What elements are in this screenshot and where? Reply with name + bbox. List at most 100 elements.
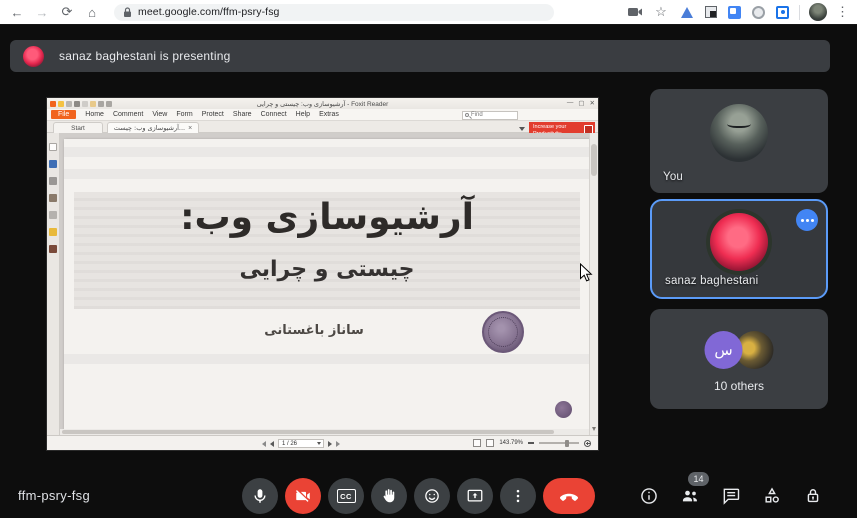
foxit-navigation-panel (47, 133, 60, 435)
menu-share[interactable]: Share (233, 111, 252, 118)
reactions-button[interactable] (414, 478, 450, 514)
captions-button[interactable]: CC (328, 478, 364, 514)
participants-count-badge: 14 (688, 472, 709, 486)
back-icon[interactable]: ← (8, 3, 26, 21)
tab-start[interactable]: Start (53, 122, 103, 133)
extension-capture-icon[interactable] (703, 5, 718, 20)
menu-comment[interactable]: Comment (113, 111, 143, 118)
page-dropdown-icon (317, 442, 321, 445)
zoom-out-icon[interactable] (528, 442, 534, 444)
toolbar-right: ☆ ⋮ (628, 3, 849, 21)
more-options-button[interactable] (500, 478, 536, 514)
tab-list-dropdown-icon[interactable] (519, 127, 525, 131)
slide-title-line2: چیستی و چرایی (64, 257, 590, 282)
meeting-code: ffm-psry-fsg (18, 488, 90, 503)
foxit-window-title: آرشیوسازی وب: چیستی و چرایی - Foxit Read… (47, 100, 598, 108)
extension-downloader-icon[interactable] (679, 5, 694, 20)
first-page-icon[interactable] (262, 441, 266, 447)
menu-help[interactable]: Help (296, 111, 310, 118)
menu-extras[interactable]: Extras (319, 111, 339, 118)
home-icon[interactable]: ⌂ (83, 3, 101, 21)
browser-profile-avatar[interactable] (809, 3, 827, 21)
tab-close-icon[interactable]: × (188, 125, 192, 132)
presenting-banner: sanaz baghestani is presenting (10, 40, 830, 72)
microphone-button[interactable] (242, 478, 278, 514)
menu-file[interactable]: File (51, 110, 76, 119)
find-input[interactable]: Find (462, 111, 518, 120)
mouse-cursor (579, 263, 593, 288)
bookmark-star-icon[interactable]: ☆ (652, 3, 670, 21)
restore-icon[interactable]: ▢ (578, 99, 584, 107)
tab-start-label: Start (71, 125, 85, 132)
zoom-in-icon[interactable] (584, 440, 591, 447)
tile-options-icon[interactable] (796, 209, 818, 231)
zoom-slider-knob[interactable] (565, 440, 569, 447)
menu-form[interactable]: Form (176, 111, 192, 118)
scroll-down-icon[interactable] (592, 427, 596, 431)
menu-protect[interactable]: Protect (202, 111, 224, 118)
extension-session-icon[interactable] (775, 5, 790, 20)
foxit-document-area: آرشیوسازی وب: چیستی و چرایی ساناز باغستا… (47, 133, 598, 435)
slide-texture (64, 169, 590, 179)
present-screen-button[interactable] (457, 478, 493, 514)
slide-title-line1: آرشیوسازی وب: (64, 197, 590, 238)
layers-panel-icon[interactable] (49, 177, 57, 185)
foxit-titlebar: آرشیوسازی وب: چیستی و چرایی - Foxit Read… (47, 98, 598, 109)
vertical-scroll-thumb[interactable] (591, 144, 597, 176)
shared-screen-foxit-window: آرشیوسازی وب: چیستی و چرایی - Foxit Read… (47, 98, 598, 450)
next-page-icon[interactable] (328, 441, 332, 447)
tab-document-label: ...آرشیوسازی وب: چیست (114, 124, 185, 132)
raise-hand-button[interactable] (371, 478, 407, 514)
bookmarks-panel-icon[interactable] (49, 143, 57, 151)
screen: { "browser": { "url": "meet.google.com/f… (0, 0, 857, 518)
horizontal-scroll-thumb[interactable] (62, 430, 554, 434)
participant-name: You (663, 171, 683, 183)
tab-camera-indicator-icon (628, 5, 643, 20)
toolbar-divider (799, 5, 800, 20)
slide-texture (64, 147, 590, 157)
browser-menu-icon[interactable]: ⋮ (836, 4, 849, 20)
end-call-button[interactable] (543, 478, 595, 514)
promo-line1: Increase your (533, 124, 582, 131)
participant-tile-you[interactable]: You (650, 89, 828, 193)
participants-button[interactable]: 14 (679, 484, 701, 508)
forward-icon[interactable]: → (33, 3, 51, 21)
menu-connect[interactable]: Connect (261, 111, 287, 118)
presenter-avatar (23, 46, 44, 67)
participant-tile-others[interactable]: س 10 others (650, 309, 828, 409)
zoom-slider[interactable] (539, 442, 579, 444)
participant-tile-sanaz[interactable]: sanaz baghestani (650, 199, 828, 299)
previous-page-icon[interactable] (270, 441, 274, 447)
reload-icon[interactable]: ⟳ (58, 3, 76, 21)
security-panel-icon[interactable] (49, 228, 57, 236)
slide-texture (64, 354, 590, 364)
avatar: س (705, 331, 743, 369)
others-avatars: س (705, 331, 774, 369)
page-number-input[interactable]: 1 / 26 (278, 439, 324, 448)
close-icon[interactable]: ✕ (590, 99, 595, 107)
browser-toolbar: ← → ⟳ ⌂ meet.google.com/ffm-psry-fsg ☆ ⋮ (0, 0, 857, 25)
activities-button[interactable] (761, 484, 783, 508)
continuous-view-icon[interactable] (486, 439, 494, 447)
address-bar[interactable]: meet.google.com/ffm-psry-fsg (114, 4, 554, 21)
page-number-value: 1 / 26 (282, 441, 297, 447)
page-navigation: 1 / 26 (262, 439, 340, 448)
extension-adblock-icon[interactable] (751, 5, 766, 20)
attachments-panel-icon[interactable] (49, 211, 57, 219)
last-page-icon[interactable] (336, 441, 340, 447)
meeting-details-button[interactable] (638, 484, 660, 508)
single-page-view-icon[interactable] (473, 439, 481, 447)
chat-button[interactable] (720, 484, 742, 508)
camera-off-button[interactable] (285, 478, 321, 514)
pages-panel-icon[interactable] (49, 160, 57, 168)
extension-translate-icon[interactable] (727, 5, 742, 20)
minimize-icon[interactable]: — (567, 99, 574, 107)
participant-name: sanaz baghestani (665, 275, 758, 287)
avatar (710, 213, 768, 271)
menu-view[interactable]: View (152, 111, 167, 118)
tab-document[interactable]: ...آرشیوسازی وب: چیست × (107, 122, 199, 133)
menu-home[interactable]: Home (85, 111, 104, 118)
signature-panel-icon[interactable] (49, 245, 57, 253)
comments-panel-icon[interactable] (49, 194, 57, 202)
host-controls-button[interactable] (802, 484, 824, 508)
